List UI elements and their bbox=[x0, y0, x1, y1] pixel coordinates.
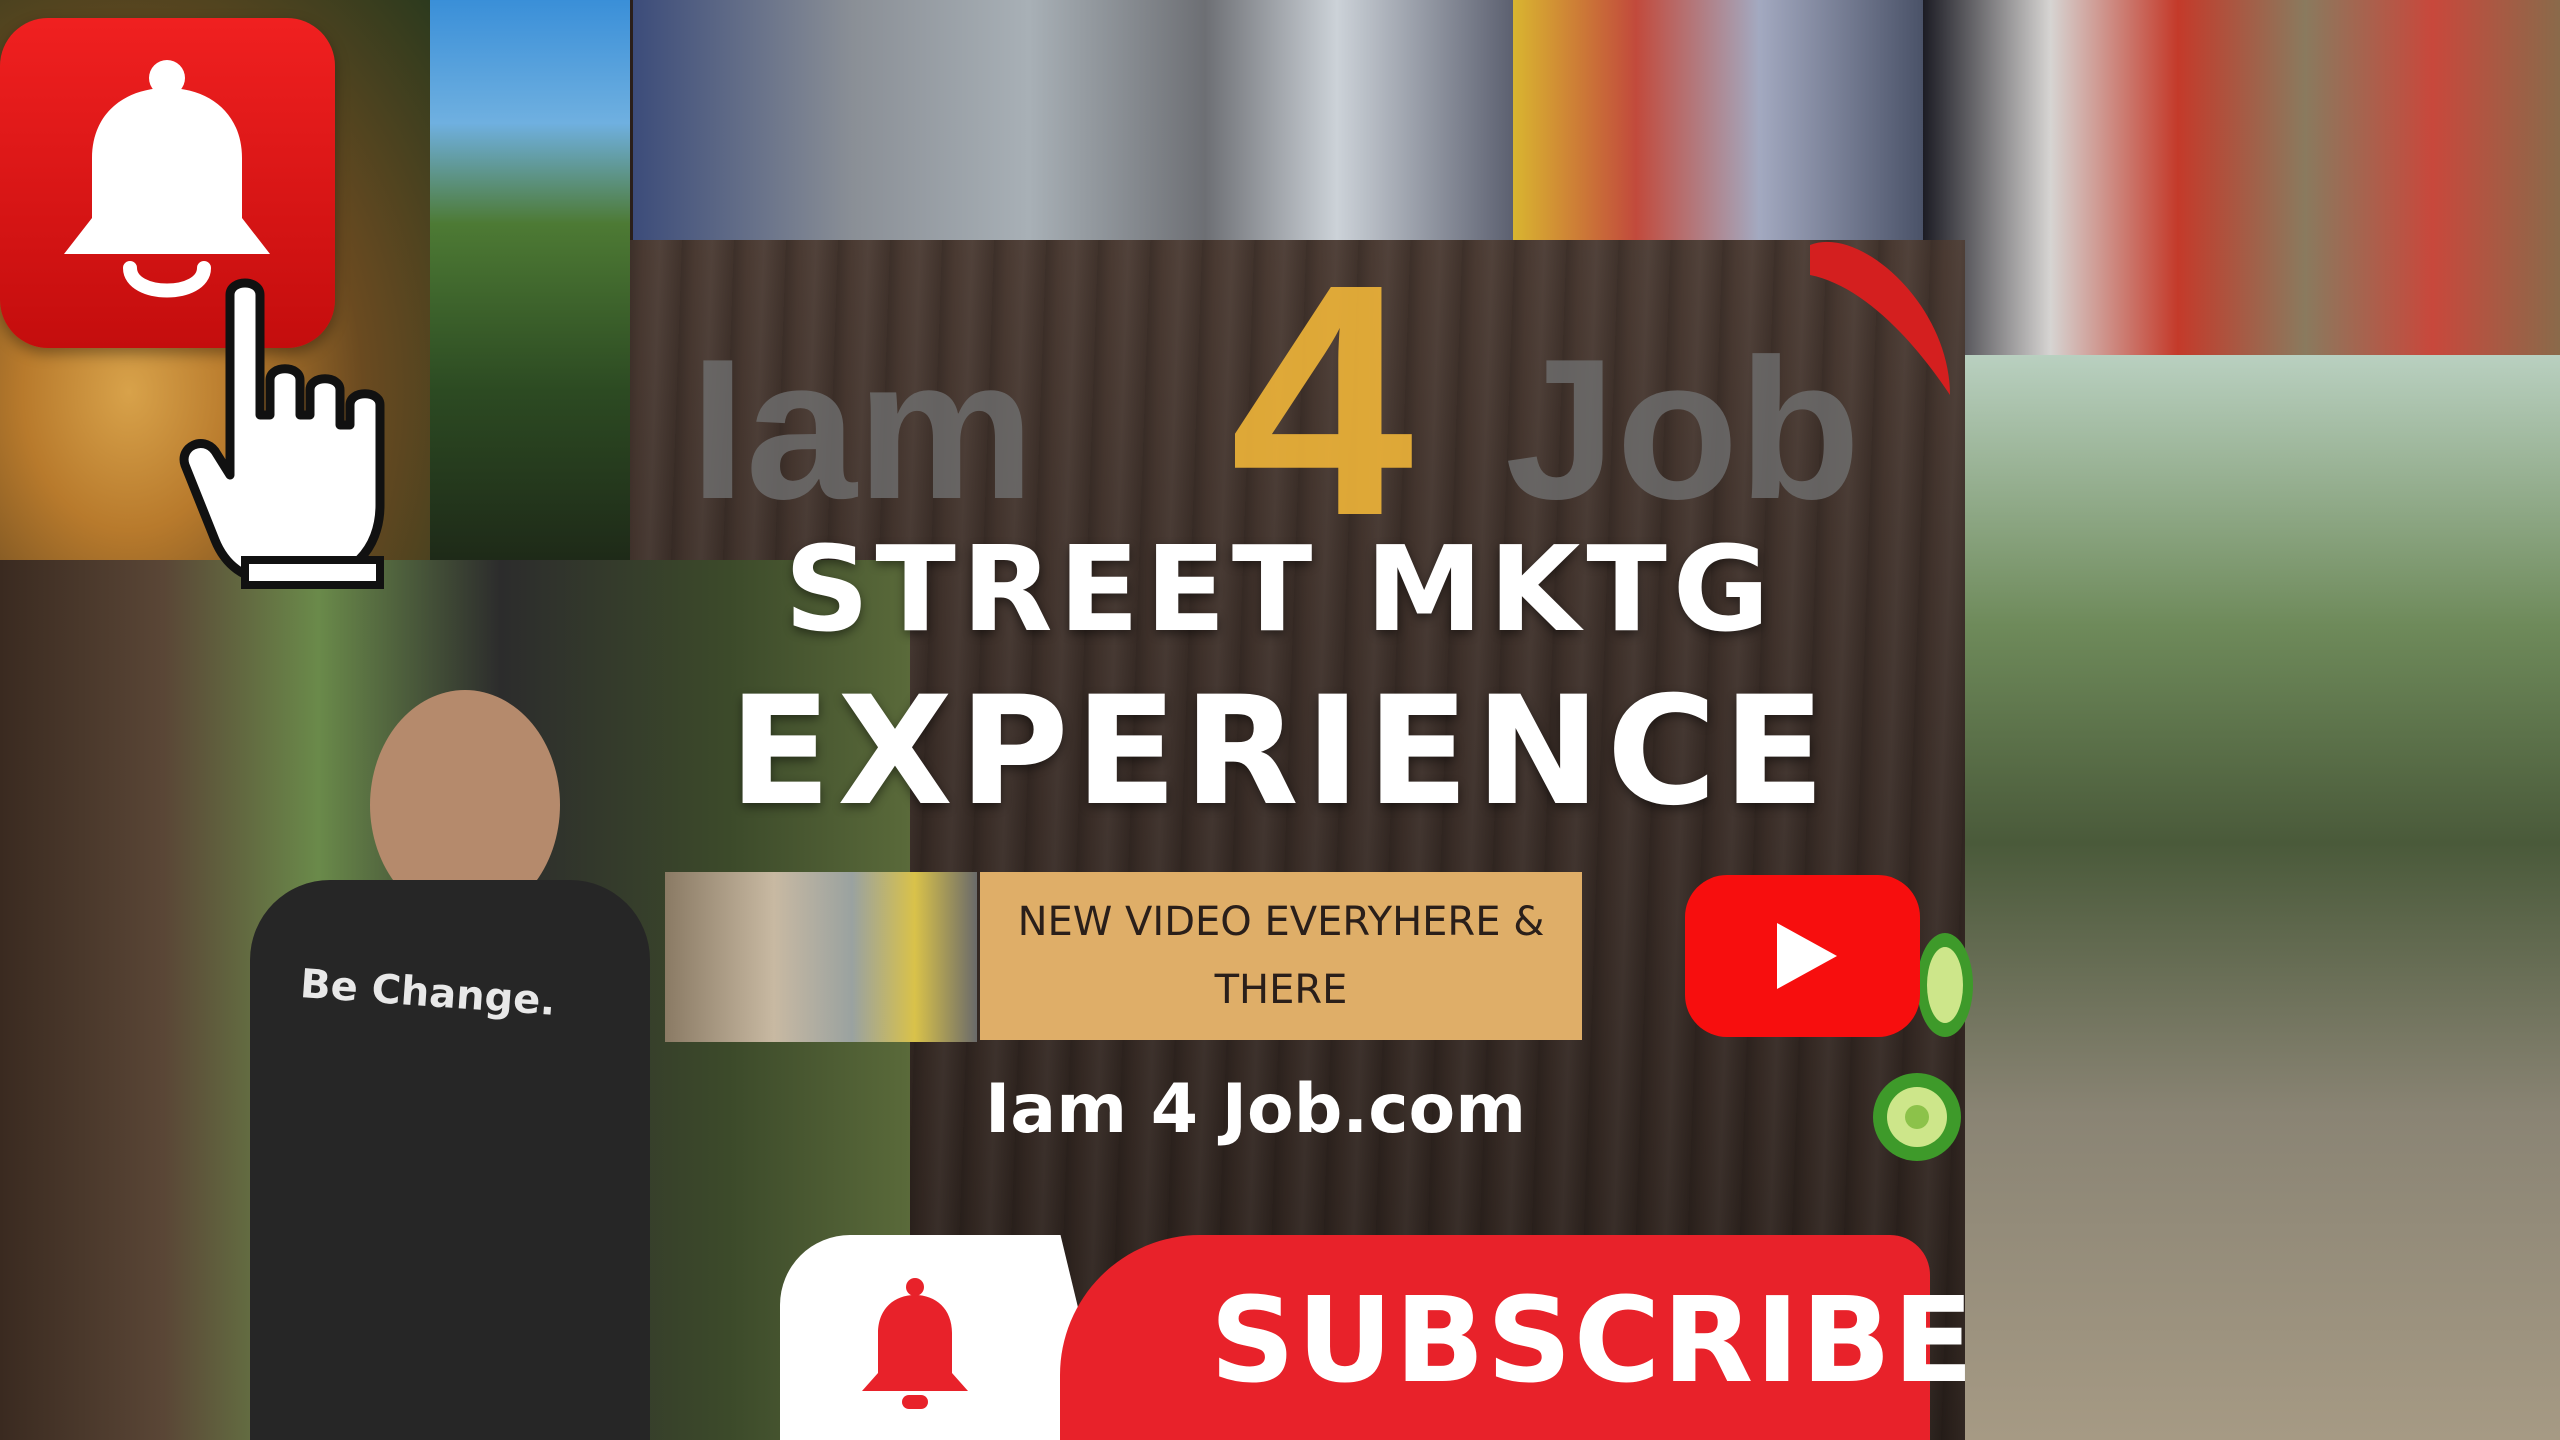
sidewalk-photo bbox=[1965, 355, 2560, 1440]
subscribe-button[interactable]: SUBSCRIBE bbox=[1060, 1235, 1974, 1440]
new-video-banner: NEW VIDEO EVERYHERE & THERE bbox=[980, 872, 1582, 1040]
youtube-play-button[interactable] bbox=[1685, 875, 1920, 1037]
tree-sky-photo bbox=[430, 0, 630, 560]
food-sharing-photo bbox=[1923, 0, 2560, 355]
hand-pointer-icon bbox=[179, 278, 385, 589]
street-group-photo bbox=[633, 0, 1513, 240]
headline-experience: EXPERIENCE bbox=[728, 665, 1832, 839]
crowd-photo bbox=[1513, 0, 1923, 240]
iam4job-logo: Iam 4 Job bbox=[690, 235, 1920, 565]
logo-four: 4 bbox=[1230, 215, 1414, 584]
site-url[interactable]: Iam 4 Job.com bbox=[985, 1070, 1526, 1149]
subscribe-label: SUBSCRIBE bbox=[1210, 1271, 1976, 1409]
logo-iam: Iam bbox=[690, 318, 1035, 541]
youtube-play-icon bbox=[1777, 923, 1837, 989]
jalapeno-slice-icon bbox=[1917, 933, 1973, 1037]
headline-street-mktg: STREET MKTG bbox=[784, 520, 1776, 658]
new-video-text: NEW VIDEO EVERYHERE & THERE bbox=[1017, 899, 1545, 1013]
logo-job: Job bbox=[1505, 318, 1861, 541]
jalapeno-slice-icon bbox=[1873, 1073, 1961, 1161]
video-thumbnail[interactable] bbox=[665, 872, 977, 1042]
